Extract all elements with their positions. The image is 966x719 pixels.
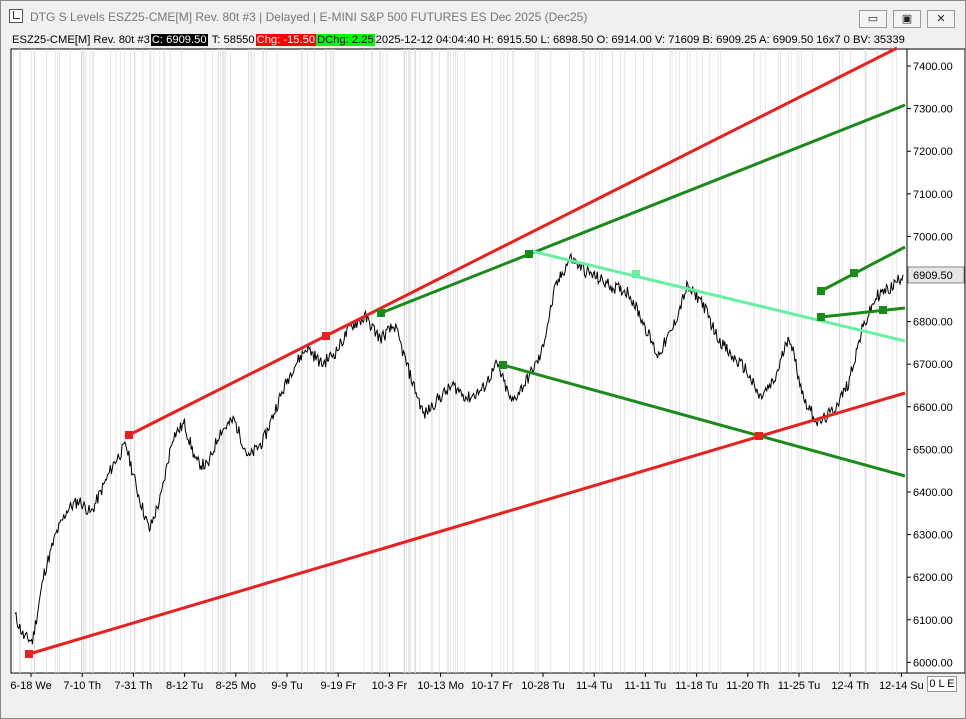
- price-chart[interactable]: 6000.00 6100.00 6200.00 6300.00 6400.00 6500.…: [1, 1, 965, 718]
- trend-anchor-marker: [850, 269, 858, 277]
- x-tick-label: 11-20 Th: [726, 680, 769, 692]
- symbol-label: ESZ25-CME[M] Rev. 80t #3: [12, 34, 150, 46]
- y-tick-label: 7000.00: [913, 231, 953, 243]
- trend-anchor-marker: [322, 332, 330, 340]
- y-tick-label: 6200.00: [913, 572, 953, 584]
- x-tick-label: 11-4 Tu: [576, 680, 613, 692]
- x-tick-label: 11-11 Tu: [625, 680, 667, 692]
- y-tick-label: 6300.00: [913, 530, 953, 542]
- y-tick-label: 6500.00: [913, 444, 953, 456]
- y-tick-label: 6400.00: [913, 487, 953, 499]
- order-entry-button[interactable]: 0 L E: [927, 676, 957, 692]
- y-tick-label: 7300.00: [913, 104, 953, 116]
- quote-details: 2025-12-12 04:04:40 H: 6915.50 L: 6898.5…: [375, 34, 905, 46]
- x-tick-label: 11-18 Tu: [675, 680, 718, 692]
- x-tick-label: 8-12 Tu: [166, 680, 203, 692]
- last-price-label: 6909.50: [913, 270, 953, 282]
- trend-anchor-marker: [817, 287, 825, 295]
- y-tick-label: 6800.00: [913, 317, 953, 329]
- trades-label: T: 58550: [211, 34, 255, 46]
- y-tick-label: 6100.00: [913, 615, 953, 627]
- chart-window: DTG S Levels ESZ25-CME[M] Rev. 80t #3 | …: [0, 0, 966, 719]
- x-tick-label: 10-13 Mo: [417, 680, 463, 692]
- y-tick-label: 7100.00: [913, 189, 953, 201]
- x-tick-label: 8-25 Mo: [216, 680, 256, 692]
- x-tick-label: 7-10 Th: [63, 680, 101, 692]
- x-tick-label: 12-14 Su: [879, 680, 924, 692]
- x-tick-label: 10-28 Tu: [521, 680, 564, 692]
- trend-anchor-marker: [525, 250, 533, 258]
- trend-anchor-marker: [499, 361, 507, 369]
- change-box: Chg: -15.50: [255, 34, 317, 46]
- trend-anchor-marker: [377, 309, 385, 317]
- x-tick-label: 6-18 We: [10, 680, 51, 692]
- plot-area: [10, 48, 908, 674]
- y-tick-label: 6700.00: [913, 359, 953, 371]
- x-tick-label: 10-17 Fr: [471, 680, 513, 692]
- trend-anchor-marker: [25, 650, 33, 658]
- x-tick-label: 9-9 Tu: [271, 680, 302, 692]
- trend-anchor-marker: [879, 306, 887, 314]
- trend-anchor-marker: [755, 432, 763, 440]
- close-price-box: C: 6909.50: [150, 34, 208, 46]
- x-tick-label: 10-3 Fr: [372, 680, 408, 692]
- x-tick-label: 12-4 Th: [831, 680, 869, 692]
- daily-change-box: DChg: 2.25: [316, 34, 375, 46]
- y-tick-label: 6000.00: [913, 657, 953, 669]
- x-tick-label: 11-25 Tu: [778, 680, 821, 692]
- y-tick-label: 7200.00: [913, 146, 953, 158]
- quote-info-bar: ESZ25-CME[M] Rev. 80t #3 C: 6909.50 T: 58…: [11, 33, 906, 48]
- y-tick-label: 6600.00: [913, 402, 953, 414]
- trend-anchor-marker: [632, 270, 640, 278]
- trend-anchor-marker: [817, 313, 825, 321]
- x-tick-label: 9-19 Fr: [320, 680, 356, 692]
- x-tick-label: 7-31 Th: [115, 680, 153, 692]
- horizontal-scroll-area[interactable]: [11, 694, 955, 716]
- y-tick-label: 7400.00: [913, 61, 953, 73]
- trend-anchor-marker: [125, 431, 133, 439]
